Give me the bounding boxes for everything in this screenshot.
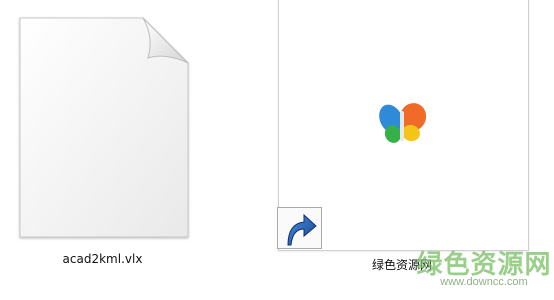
file-name-label: acad2kml.vlx bbox=[62, 252, 143, 266]
watermark-url: www.downcc.com bbox=[440, 276, 528, 288]
site-watermark: 绿色资源网 www.downcc.com bbox=[414, 244, 554, 300]
shortcut-arrow-icon bbox=[277, 207, 322, 249]
blank-document-icon[interactable] bbox=[0, 0, 210, 250]
msn-butterfly-icon bbox=[379, 103, 427, 143]
